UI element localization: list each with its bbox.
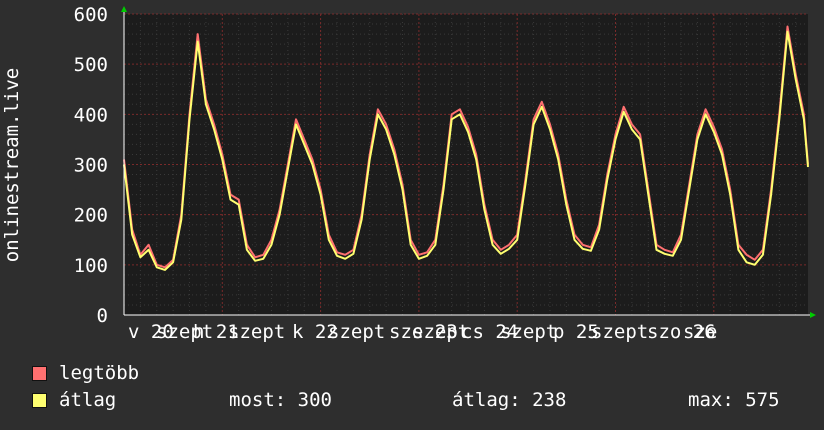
stat-now: most: 300 bbox=[229, 389, 332, 411]
y-tick-label: 500 bbox=[74, 54, 108, 76]
x-tick-label: szept bbox=[500, 321, 557, 343]
x-tick-labels: v 20szepth 21szept k 22szept sze 23szeptcs… bbox=[128, 321, 717, 343]
x-tick-label: szept bbox=[328, 321, 385, 343]
y-tick-label: 600 bbox=[74, 4, 108, 26]
y-tick-label: 300 bbox=[74, 155, 108, 177]
stat-max: max: 575 bbox=[688, 389, 780, 411]
x-tick-label: sze bbox=[683, 321, 717, 343]
y-axis-label: onlinestream.live bbox=[1, 68, 23, 262]
legend-swatch-avg bbox=[32, 393, 47, 408]
x-tick-label: szept bbox=[228, 321, 285, 343]
y-tick-label: 200 bbox=[74, 205, 108, 227]
legend-label-avg: átlag bbox=[59, 389, 117, 411]
legend-swatch-max bbox=[32, 366, 47, 381]
y-tick-label: 0 bbox=[97, 305, 108, 327]
x-tick-label: szept bbox=[591, 321, 648, 343]
legend: legtöbb átlag most: 300 átlag: 238 max: … bbox=[0, 362, 824, 422]
y-tick-label: 100 bbox=[74, 255, 108, 277]
y-axis-arrow bbox=[121, 6, 127, 12]
y-tick-labels: 0 100 200 300 400 500 600 bbox=[74, 4, 108, 327]
y-tick-label: 400 bbox=[74, 104, 108, 126]
chart: 0100200300400500600 v 20szepth 21szept k … bbox=[1, 4, 816, 343]
x-axis-arrow bbox=[810, 312, 816, 318]
stat-average: átlag: 238 bbox=[452, 389, 567, 411]
legend-label-max: legtöbb bbox=[59, 362, 140, 384]
